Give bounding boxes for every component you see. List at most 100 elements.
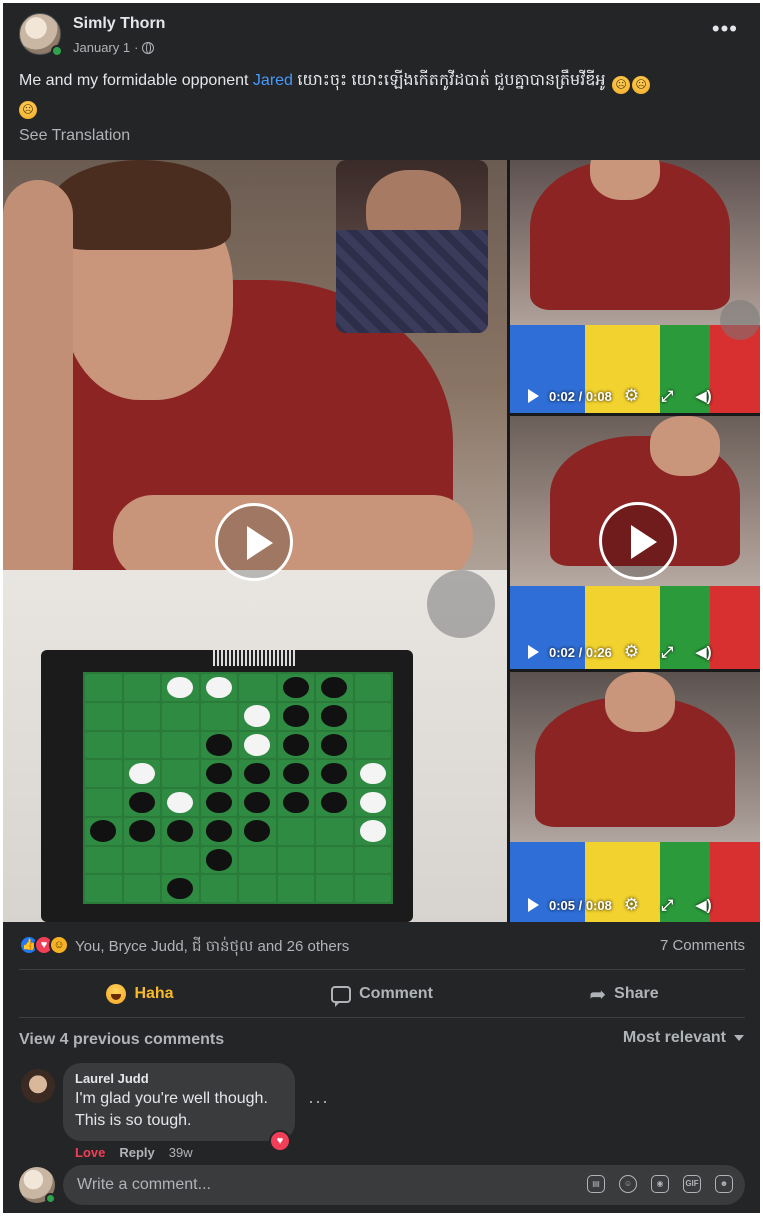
play-icon[interactable]	[528, 389, 539, 403]
fullscreen-icon[interactable]: ⤢	[661, 897, 673, 914]
haha-icon	[106, 984, 127, 1004]
pip-sweater	[336, 230, 488, 333]
side-video-3[interactable]: 0:05 / 0:08 ⚙ ⤢ ◀)	[510, 672, 760, 922]
black-disc	[282, 734, 309, 756]
settings-gear-icon[interactable]: ⚙	[624, 895, 639, 915]
board-cell	[354, 674, 391, 701]
board-cell	[162, 731, 199, 759]
fullscreen-icon[interactable]: ⤢	[661, 644, 673, 661]
board-cell	[123, 817, 160, 845]
view-previous-comments-link[interactable]: View 4 previous comments	[19, 1031, 224, 1049]
volume-icon[interactable]: ◀)	[695, 896, 712, 914]
comment-time[interactable]: 39w	[169, 1145, 193, 1160]
comment-love-reaction-icon[interactable]: ♥	[269, 1130, 291, 1152]
side-video-1[interactable]: 0:02 / 0:08 ⚙ ⤢ ◀)	[510, 160, 760, 413]
post-card: Simly Thorn January 1 · ••• Me and my fo…	[3, 3, 760, 1213]
board-cell	[277, 760, 314, 787]
play-icon[interactable]	[528, 645, 539, 659]
commenter-name[interactable]: Laurel Judd	[75, 1071, 283, 1086]
video-scrubber-handle[interactable]	[720, 300, 760, 340]
video-controls: 0:02 / 0:26 ⚙ ⤢ ◀)	[510, 635, 760, 669]
reactors-list[interactable]: You, Bryce Judd, ជី ចាន់ថុល and 26 other…	[75, 937, 349, 959]
board-cell	[85, 875, 122, 902]
board-cell	[123, 674, 160, 701]
share-label: Share	[614, 985, 659, 1002]
camera-icon[interactable]: ◉	[651, 1175, 669, 1193]
board-cell	[162, 875, 199, 902]
comment-love-button[interactable]: Love	[75, 1145, 105, 1160]
commenter-avatar[interactable]	[21, 1069, 55, 1103]
settings-gear-icon[interactable]: ⚙	[624, 386, 639, 406]
black-disc	[205, 734, 232, 756]
tagged-user-link[interactable]: Jared	[253, 72, 293, 89]
picture-in-picture-video[interactable]	[336, 160, 488, 333]
play-icon[interactable]	[215, 503, 293, 581]
media-grid: 0:02 / 0:08 ⚙ ⤢ ◀) 0:02 / 0:26 ⚙ ⤢ ◀) 0:…	[3, 160, 760, 922]
white-disc	[359, 791, 386, 814]
board-cell	[316, 702, 353, 730]
othello-board	[41, 650, 413, 922]
sort-comments-dropdown[interactable]: Most relevant	[623, 1029, 744, 1047]
share-button[interactable]: ➦ Share	[503, 971, 745, 1017]
gif-icon[interactable]: GIF	[683, 1175, 701, 1193]
haha-icon[interactable]: ☺	[49, 935, 69, 955]
volume-icon[interactable]: ◀)	[695, 643, 712, 661]
board-cell	[123, 789, 160, 816]
more-horizontal-icon[interactable]: •••	[712, 18, 738, 40]
board-cell	[316, 674, 353, 701]
white-disc	[244, 705, 271, 727]
video-controls: 0:02 / 0:08 ⚙ ⤢ ◀)	[510, 379, 760, 413]
comment-button[interactable]: Comment	[261, 971, 503, 1017]
black-disc	[282, 791, 309, 814]
post-header: Simly Thorn January 1 · •••	[3, 3, 760, 63]
board-cell	[239, 817, 276, 845]
settings-gear-icon[interactable]: ⚙	[624, 642, 639, 662]
fullscreen-icon[interactable]: ⤢	[661, 388, 673, 405]
black-disc	[244, 791, 271, 814]
black-disc	[205, 762, 232, 785]
author-name[interactable]: Simly Thorn	[73, 15, 165, 33]
board-cell	[354, 702, 391, 730]
play-icon[interactable]	[599, 502, 677, 580]
comment-input[interactable]	[77, 1173, 557, 1197]
black-disc	[128, 820, 155, 842]
board-cell	[162, 674, 199, 701]
globe-icon	[142, 41, 155, 54]
board-cell	[277, 846, 314, 874]
play-icon[interactable]	[528, 898, 539, 912]
black-disc	[205, 849, 232, 871]
black-disc	[321, 676, 348, 699]
comments-count[interactable]: 7 Comments	[660, 937, 745, 954]
board-cell	[239, 846, 276, 874]
haha-button[interactable]: Haha	[19, 971, 261, 1017]
comment-label: Comment	[359, 985, 433, 1002]
person-forearm	[113, 495, 473, 580]
comment-options-icon[interactable]: ···	[308, 1091, 329, 1112]
board-cell	[162, 760, 199, 787]
side-video-2[interactable]: 0:02 / 0:26 ⚙ ⤢ ◀)	[510, 416, 760, 669]
main-video[interactable]	[3, 160, 507, 922]
black-disc	[321, 762, 348, 785]
board-cell	[277, 674, 314, 701]
video-controls: 0:05 / 0:08 ⚙ ⤢ ◀)	[510, 888, 760, 922]
emoji-icon[interactable]: ☺	[619, 1175, 637, 1193]
person-head	[650, 416, 720, 476]
post-date[interactable]: January 1	[73, 40, 130, 55]
board-cell	[277, 731, 314, 759]
black-disc	[167, 877, 194, 900]
share-icon: ➦	[589, 983, 607, 1006]
avatar-sticker-icon[interactable]: ☻	[715, 1175, 733, 1193]
composer-icons: ▤ ☺ ◉ GIF ☻	[587, 1175, 733, 1193]
volume-icon[interactable]: ◀)	[695, 387, 712, 405]
board-cell	[85, 760, 122, 787]
video-scrubber-handle[interactable]	[427, 570, 495, 638]
comment-composer: ▤ ☺ ◉ GIF ☻	[63, 1165, 745, 1205]
white-disc	[359, 820, 386, 842]
see-translation-link[interactable]: See Translation	[19, 127, 130, 145]
black-disc	[167, 820, 194, 842]
comment-reply-button[interactable]: Reply	[119, 1145, 154, 1160]
board-cell	[162, 846, 199, 874]
sticker-icon[interactable]: ▤	[587, 1175, 605, 1193]
board-cell	[239, 789, 276, 816]
board-cell	[123, 731, 160, 759]
